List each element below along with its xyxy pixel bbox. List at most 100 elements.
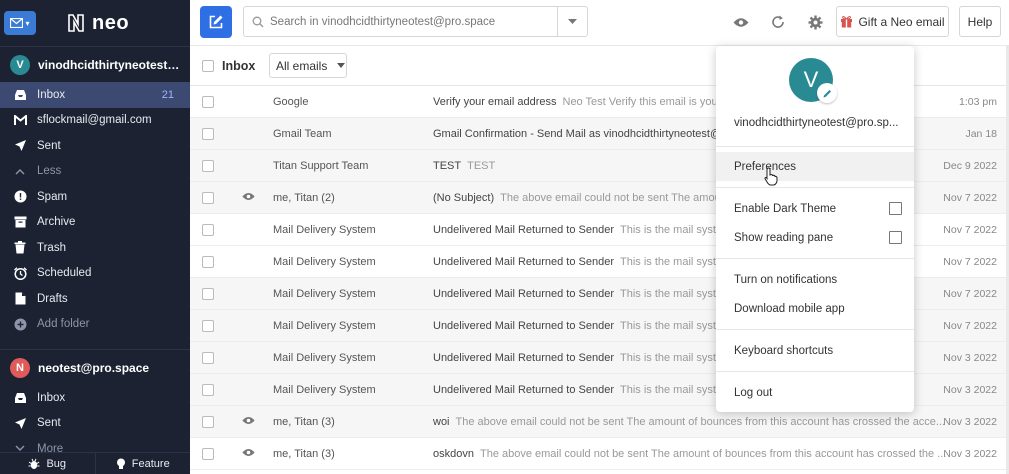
- sidebar-item-archive[interactable]: Archive: [0, 210, 190, 236]
- compose-button[interactable]: [200, 6, 232, 38]
- email-subject: Gmail Confirmation - Send Mail as vinodh…: [433, 128, 731, 140]
- row-checkbox[interactable]: [202, 352, 214, 364]
- email-sender: Mail Delivery System: [273, 224, 376, 236]
- email-subject: Undelivered Mail Returned to Sender: [433, 224, 614, 236]
- preview-toggle-button[interactable]: [733, 14, 749, 30]
- logout-menu-item[interactable]: Log out: [716, 378, 914, 407]
- account-neotest[interactable]: N neotest@pro.space: [0, 349, 190, 385]
- divider: [716, 187, 914, 188]
- sidebar-item-less[interactable]: Less: [0, 159, 190, 185]
- row-checkbox[interactable]: [202, 128, 214, 140]
- caret-down-icon: [337, 63, 346, 68]
- keyboard-shortcuts-menu-item[interactable]: Keyboard shortcuts: [716, 336, 914, 365]
- email-date: Nov 7 2022: [943, 192, 997, 204]
- inbox-icon: [13, 391, 27, 405]
- reading-pane-checkbox[interactable]: [889, 231, 902, 244]
- email-sender: Titan Support Team: [273, 160, 369, 172]
- spam-icon: [13, 190, 27, 204]
- search-options-button[interactable]: [557, 7, 587, 36]
- sidebar-item-trash[interactable]: Trash: [0, 235, 190, 261]
- row-checkbox[interactable]: [202, 288, 214, 300]
- email-sender: Mail Delivery System: [273, 352, 376, 364]
- email-sender: Mail Delivery System: [273, 384, 376, 396]
- reading-pane-menu-item[interactable]: Show reading pane: [716, 223, 914, 252]
- refresh-button[interactable]: [770, 14, 786, 30]
- account-vinodh[interactable]: V vinodhcidthirtyneotest@p...: [0, 46, 190, 82]
- search-icon: [252, 16, 264, 28]
- email-date: Nov 3 2022: [943, 448, 997, 460]
- sidebar-item-add-folder[interactable]: Add folder: [0, 312, 190, 338]
- top-toolbar: Gift a Neo email Help: [190, 0, 1009, 46]
- reading-pane-label: Show reading pane: [734, 231, 834, 244]
- email-preview: This is the mail system: [620, 320, 732, 332]
- row-checkbox[interactable]: [202, 384, 214, 396]
- email-date: Nov 3 2022: [943, 384, 997, 396]
- unread-count: 21: [161, 88, 174, 101]
- email-subject: (No Subject): [433, 192, 495, 204]
- sidebar-item-drafts[interactable]: Drafts: [0, 286, 190, 312]
- dark-theme-menu-item[interactable]: Enable Dark Theme: [716, 194, 914, 223]
- brand-name: neo: [92, 11, 130, 34]
- menu-account-email: vinodhcidthirtyneotest@pro.sp...: [734, 117, 899, 129]
- mobile-app-menu-item[interactable]: Download mobile app: [716, 294, 914, 323]
- sidebar-item-gmail[interactable]: sflockmail@gmail.com: [0, 108, 190, 134]
- chevron-down-icon: ▾: [25, 18, 30, 28]
- email-date: 1:03 pm: [959, 96, 997, 108]
- help-button[interactable]: Help: [959, 6, 1001, 37]
- dark-theme-checkbox[interactable]: [889, 202, 902, 215]
- email-subject: Undelivered Mail Returned to Sender: [433, 352, 614, 364]
- app-switcher-button[interactable]: ▾: [4, 11, 36, 35]
- settings-button[interactable]: [807, 14, 823, 30]
- row-checkbox[interactable]: [202, 96, 214, 108]
- avatar: N: [10, 357, 30, 378]
- draft-icon: [13, 292, 27, 306]
- email-date: Nov 7 2022: [943, 320, 997, 332]
- notifications-menu-item[interactable]: Turn on notifications: [716, 265, 914, 294]
- divider: [716, 329, 914, 330]
- sidebar-item-spam[interactable]: Spam: [0, 184, 190, 210]
- sidebar-item-label: Add folder: [37, 318, 90, 331]
- search-input[interactable]: [270, 15, 542, 28]
- edit-avatar-button[interactable]: [817, 83, 837, 103]
- neo-logo: neo: [66, 12, 129, 35]
- email-sender: me, Titan (2): [273, 192, 335, 204]
- row-checkbox[interactable]: [202, 160, 214, 172]
- email-date: Nov 7 2022: [943, 224, 997, 236]
- sidebar-item-sent-2[interactable]: Sent: [0, 411, 190, 437]
- account-name: vinodhcidthirtyneotest@p...: [38, 57, 188, 72]
- email-filter-select[interactable]: All emails: [269, 53, 347, 78]
- search-box: [243, 6, 588, 37]
- gift-neo-email-button[interactable]: Gift a Neo email: [836, 6, 949, 37]
- email-sender: Mail Delivery System: [273, 320, 376, 332]
- preferences-menu-item[interactable]: Preferences: [716, 152, 914, 181]
- sidebar-item-sent[interactable]: Sent: [0, 133, 190, 159]
- row-checkbox[interactable]: [202, 224, 214, 236]
- row-checkbox[interactable]: [202, 256, 214, 268]
- gmail-icon: [13, 113, 27, 127]
- chevron-up-icon: [13, 164, 27, 178]
- gift-icon: [841, 16, 853, 28]
- email-sender: me, Titan (3): [273, 448, 335, 460]
- email-date: Dec 9 2022: [943, 160, 997, 172]
- sidebar-item-inbox[interactable]: Inbox 21: [0, 82, 190, 108]
- row-checkbox[interactable]: [202, 416, 214, 428]
- email-row[interactable]: me, Titan (3) oskdovn The above email coul…: [190, 438, 1009, 470]
- select-all-checkbox[interactable]: [202, 60, 214, 72]
- sidebar-item-label: Sent: [37, 139, 61, 152]
- sidebar-item-label: Inbox: [37, 88, 66, 101]
- email-date: Nov 7 2022: [943, 256, 997, 268]
- send-icon: [13, 139, 27, 153]
- sidebar-item-scheduled[interactable]: Scheduled: [0, 261, 190, 287]
- feature-request-button[interactable]: Feature: [96, 453, 191, 474]
- trash-icon: [13, 241, 27, 255]
- email-subject: Undelivered Mail Returned to Sender: [433, 288, 614, 300]
- row-checkbox[interactable]: [202, 320, 214, 332]
- email-preview: The above email could not be sent The am…: [455, 416, 946, 428]
- divider: [716, 371, 914, 372]
- email-preview: This is the mail system: [620, 288, 732, 300]
- report-bug-button[interactable]: Bug: [0, 453, 96, 474]
- row-checkbox[interactable]: [202, 448, 214, 460]
- sidebar-item-inbox-2[interactable]: Inbox: [0, 385, 190, 411]
- row-checkbox[interactable]: [202, 192, 214, 204]
- neo-logo-icon: [68, 14, 84, 32]
